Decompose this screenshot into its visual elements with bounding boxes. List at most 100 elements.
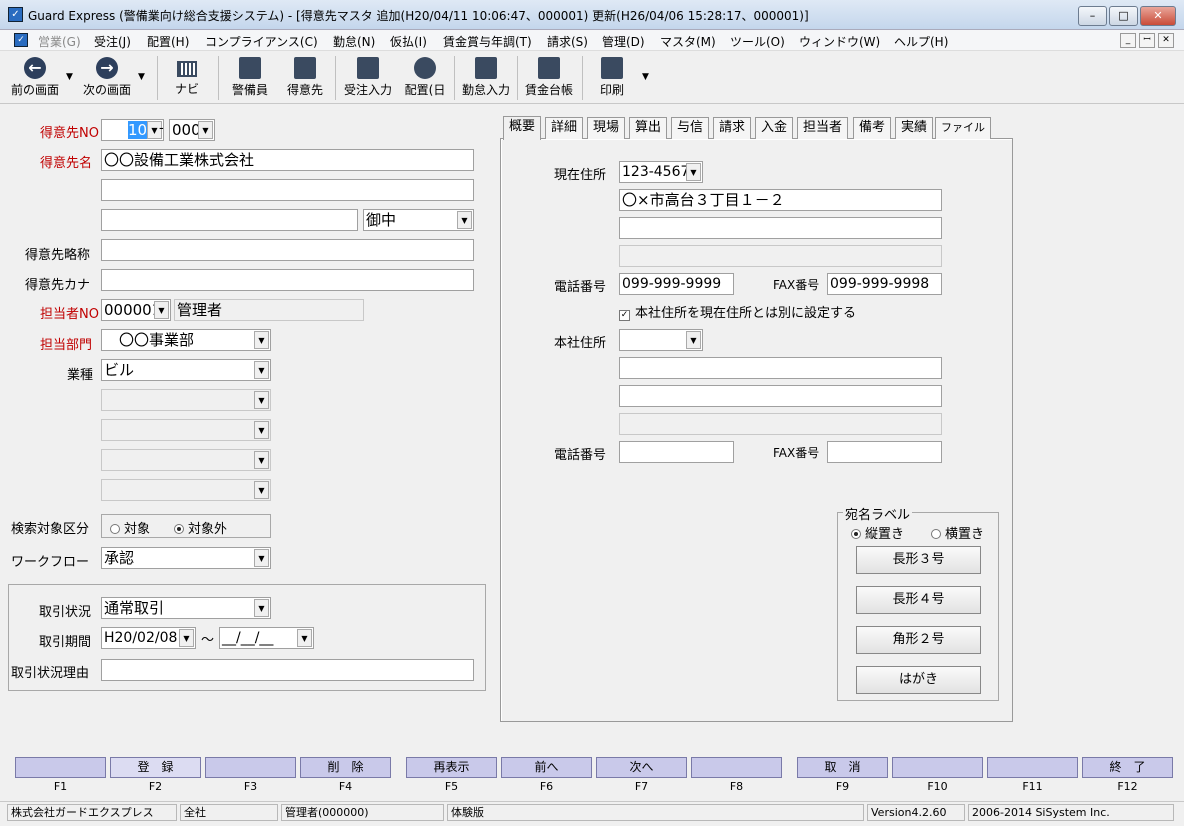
vertical-radio[interactable]: 縦置き bbox=[851, 523, 904, 542]
tab-results[interactable]: 実績 bbox=[895, 117, 934, 139]
hq-zip-select[interactable]: ▼ bbox=[619, 329, 703, 351]
mdi-close-button[interactable]: ✕ bbox=[1158, 33, 1174, 48]
tab-files[interactable]: ファイル bbox=[935, 117, 991, 139]
customer-no-select[interactable]: 100 ▼ bbox=[101, 119, 164, 141]
f3-button[interactable] bbox=[205, 757, 296, 778]
mdi-restore-button[interactable]: ꟷ bbox=[1139, 33, 1155, 48]
envelope-square2-button[interactable]: 角形２号 bbox=[856, 626, 981, 654]
tab-staff[interactable]: 担当者 bbox=[797, 117, 849, 139]
menu-billing[interactable]: 請求(S) bbox=[547, 33, 588, 50]
chevron-down-icon[interactable]: ▼ bbox=[686, 163, 701, 181]
menu-wage[interactable]: 賃金賞与年調(T) bbox=[443, 33, 532, 50]
honorific-select[interactable]: 御中 ▼ bbox=[363, 209, 474, 231]
envelope-long3-button[interactable]: 長形３号 bbox=[856, 546, 981, 574]
branch-no-select[interactable]: 000 ▼ bbox=[169, 119, 215, 141]
hq-address-checkbox[interactable]: ✓ 本社住所を現在住所とは別に設定する bbox=[619, 302, 856, 321]
tab-overview[interactable]: 概要 bbox=[503, 116, 542, 140]
f12-exit-button[interactable]: 終 了 bbox=[1082, 757, 1173, 778]
chevron-down-icon[interactable]: ▼ bbox=[179, 629, 194, 647]
f10-button[interactable] bbox=[892, 757, 983, 778]
print-dropdown-icon[interactable]: ▼ bbox=[642, 72, 649, 82]
menu-window[interactable]: ウィンドウ(W) bbox=[799, 33, 880, 50]
customer-button[interactable]: 得意先 bbox=[283, 54, 327, 102]
customer-name-input-3[interactable] bbox=[101, 209, 358, 231]
department-select[interactable]: 〇〇事業部 ▼ bbox=[101, 329, 271, 351]
hq-tel-input[interactable] bbox=[619, 441, 734, 463]
f2-register-button[interactable]: 登 録 bbox=[110, 757, 201, 778]
menu-order[interactable]: 受注(J) bbox=[94, 33, 131, 50]
chevron-down-icon[interactable]: ▼ bbox=[198, 121, 213, 139]
back-dropdown-icon[interactable]: ▼ bbox=[66, 72, 73, 82]
address-input-2[interactable] bbox=[619, 217, 942, 239]
menu-attendance[interactable]: 勤怠(N) bbox=[333, 33, 375, 50]
hq-address-input-2[interactable] bbox=[619, 385, 942, 407]
chevron-down-icon[interactable]: ▼ bbox=[254, 599, 269, 617]
f11-button[interactable] bbox=[987, 757, 1078, 778]
staff-no-select[interactable]: 000001 ▼ bbox=[101, 299, 171, 321]
envelope-long4-button[interactable]: 長形４号 bbox=[856, 586, 981, 614]
assign-button[interactable]: 配置(日 bbox=[400, 54, 450, 102]
menu-sales[interactable]: 営業(G) bbox=[38, 33, 81, 50]
deal-to-select[interactable]: __/__/__ ▼ bbox=[219, 627, 314, 649]
menu-tools[interactable]: ツール(O) bbox=[730, 33, 785, 50]
zip-select[interactable]: 123-4567 ▼ bbox=[619, 161, 703, 183]
postcard-button[interactable]: はがき bbox=[856, 666, 981, 694]
search-target-radio[interactable]: 対象 bbox=[110, 518, 150, 537]
chevron-down-icon[interactable]: ▼ bbox=[254, 331, 269, 349]
f4-delete-button[interactable]: 削 除 bbox=[300, 757, 391, 778]
customer-name-input-1[interactable]: 〇〇設備工業株式会社 bbox=[101, 149, 474, 171]
f6-prev-button[interactable]: 前へ bbox=[501, 757, 592, 778]
menu-master[interactable]: マスタ(M) bbox=[660, 33, 716, 50]
menu-assign[interactable]: 配置(H) bbox=[147, 33, 189, 50]
hq-address-input-1[interactable] bbox=[619, 357, 942, 379]
menu-admin[interactable]: 管理(D) bbox=[602, 33, 645, 50]
guard-button[interactable]: 警備員 bbox=[228, 54, 272, 102]
mdi-minimize-button[interactable]: _ bbox=[1120, 33, 1136, 48]
fax-input[interactable]: 099-999-9998 bbox=[827, 273, 942, 295]
chevron-down-icon[interactable]: ▼ bbox=[254, 549, 269, 567]
chevron-down-icon[interactable]: ▼ bbox=[297, 629, 312, 647]
chevron-down-icon[interactable]: ▼ bbox=[154, 301, 169, 319]
menu-compliance[interactable]: コンプライアンス(C) bbox=[205, 33, 318, 50]
forward-dropdown-icon[interactable]: ▼ bbox=[138, 72, 145, 82]
tab-credit[interactable]: 与信 bbox=[671, 117, 710, 139]
chevron-down-icon[interactable]: ▼ bbox=[686, 331, 701, 349]
f5-refresh-button[interactable]: 再表示 bbox=[406, 757, 497, 778]
navi-button[interactable]: ナビ bbox=[168, 54, 206, 102]
f8-button[interactable] bbox=[691, 757, 782, 778]
kana-input[interactable] bbox=[101, 269, 474, 291]
address-input-1[interactable]: 〇×市高台３丁目１－２ bbox=[619, 189, 942, 211]
menu-advance[interactable]: 仮払(I) bbox=[390, 33, 427, 50]
workflow-select[interactable]: 承認 ▼ bbox=[101, 547, 271, 569]
tab-notes[interactable]: 備考 bbox=[853, 117, 892, 139]
tab-calc[interactable]: 算出 bbox=[629, 117, 668, 139]
wage-ledger-button[interactable]: 賃金台帳 bbox=[523, 54, 575, 102]
close-button[interactable]: ✕ bbox=[1140, 6, 1176, 26]
search-exclude-radio[interactable]: 対象外 bbox=[174, 518, 227, 537]
f1-button[interactable] bbox=[15, 757, 106, 778]
print-button[interactable]: 印刷 bbox=[592, 54, 632, 102]
deal-status-select[interactable]: 通常取引 ▼ bbox=[101, 597, 271, 619]
deal-reason-input[interactable] bbox=[101, 659, 474, 681]
tab-billing[interactable]: 請求 bbox=[713, 117, 752, 139]
chevron-down-icon[interactable]: ▼ bbox=[254, 361, 269, 379]
f9-cancel-button[interactable]: 取 消 bbox=[797, 757, 888, 778]
order-entry-button[interactable]: 受注入力 bbox=[342, 54, 394, 102]
horizontal-radio[interactable]: 横置き bbox=[931, 523, 984, 542]
deal-from-select[interactable]: H20/02/08 ▼ bbox=[101, 627, 196, 649]
tab-payment[interactable]: 入金 bbox=[755, 117, 794, 139]
short-name-input[interactable] bbox=[101, 239, 474, 261]
tab-detail[interactable]: 詳細 bbox=[545, 117, 584, 139]
maximize-button[interactable]: □ bbox=[1109, 6, 1138, 26]
tel-input[interactable]: 099-999-9999 bbox=[619, 273, 734, 295]
hq-fax-input[interactable] bbox=[827, 441, 942, 463]
f7-next-button[interactable]: 次へ bbox=[596, 757, 687, 778]
tab-site[interactable]: 現場 bbox=[587, 117, 626, 139]
chevron-down-icon[interactable]: ▼ bbox=[457, 211, 472, 229]
back-button[interactable]: ← 前の画面 bbox=[10, 54, 60, 102]
forward-button[interactable]: → 次の画面 bbox=[82, 54, 132, 102]
attendance-button[interactable]: 勤怠入力 bbox=[460, 54, 512, 102]
customer-name-input-2[interactable] bbox=[101, 179, 474, 201]
menu-help[interactable]: ヘルプ(H) bbox=[894, 33, 948, 50]
minimize-button[interactable]: – bbox=[1078, 6, 1107, 26]
